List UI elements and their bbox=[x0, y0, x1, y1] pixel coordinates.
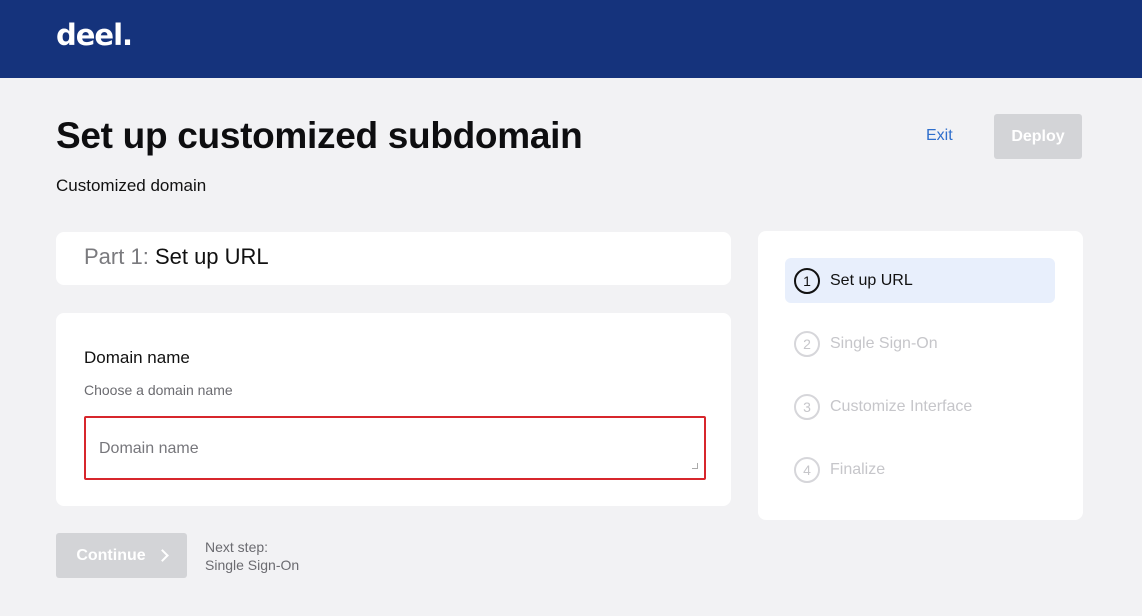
step-label: Customize Interface bbox=[830, 397, 973, 415]
deploy-button[interactable]: Deploy bbox=[994, 114, 1082, 159]
step-item-customize-interface[interactable]: 3 Customize Interface bbox=[785, 384, 1055, 429]
continue-button[interactable]: Continue bbox=[56, 533, 187, 578]
top-navigation-bar: deel. bbox=[0, 0, 1142, 78]
exit-link[interactable]: Exit bbox=[926, 127, 953, 145]
step-item-set-up-url[interactable]: 1 Set up URL bbox=[785, 258, 1055, 303]
step-label: Set up URL bbox=[830, 271, 913, 289]
step-number-badge: 3 bbox=[794, 393, 820, 420]
continue-label: Continue bbox=[76, 546, 146, 564]
step-number-badge: 2 bbox=[794, 330, 820, 357]
chevron-right-icon bbox=[155, 549, 169, 562]
step-item-finalize[interactable]: 4 Finalize bbox=[785, 447, 1055, 492]
step-number-badge: 1 bbox=[794, 267, 820, 294]
input-resize-handle[interactable] bbox=[692, 463, 698, 469]
page-subtitle: Customized domain bbox=[56, 176, 207, 195]
domain-form-card: Domain name Choose a domain name bbox=[56, 313, 731, 506]
part-header-card: Part 1: Set up URL bbox=[56, 232, 731, 285]
part-number: Part 1: bbox=[84, 244, 149, 269]
next-step-label: Next step: bbox=[205, 539, 269, 555]
deel-logo[interactable]: deel. bbox=[56, 18, 133, 52]
domain-name-input[interactable] bbox=[84, 416, 706, 480]
part-title: Set up URL bbox=[154, 244, 269, 269]
step-number-badge: 4 bbox=[794, 456, 820, 483]
domain-name-label: Domain name bbox=[84, 348, 190, 367]
step-label: Finalize bbox=[830, 460, 886, 478]
page-title: Set up customized subdomain bbox=[56, 115, 583, 156]
steps-panel: 1 Set up URL 2 Single Sign-On 3 Customiz… bbox=[758, 231, 1083, 520]
step-label: Single Sign-On bbox=[830, 334, 938, 352]
next-step-value: Single Sign-On bbox=[205, 557, 300, 573]
step-item-single-sign-on[interactable]: 2 Single Sign-On bbox=[785, 321, 1055, 366]
domain-name-help-text: Choose a domain name bbox=[84, 382, 233, 398]
